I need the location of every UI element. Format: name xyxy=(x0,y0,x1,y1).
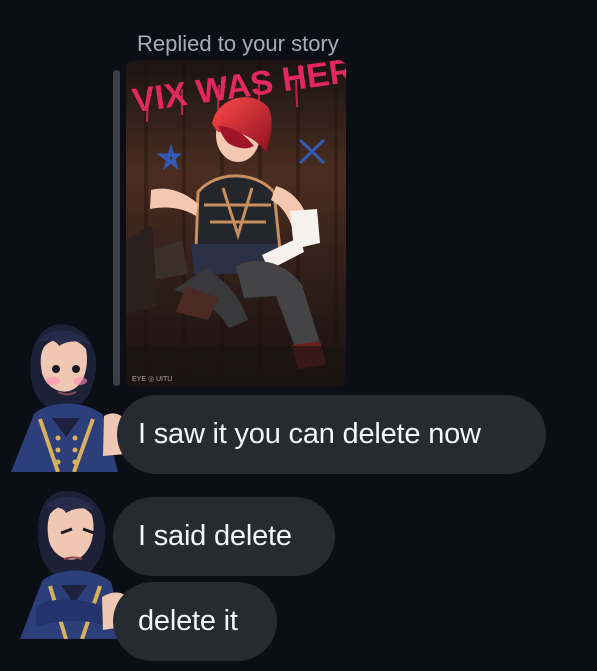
story-artwork: VIX WAS HERE EYE ◎ UITU xyxy=(126,60,346,387)
sender-avatar[interactable] xyxy=(0,322,128,472)
message-text: I said delete xyxy=(138,520,292,552)
avatar-art xyxy=(11,324,127,472)
story-reply-label: Replied to your story xyxy=(137,31,339,56)
message-bubble[interactable]: delete it xyxy=(113,582,277,661)
story-watermark: EYE ◎ UITU xyxy=(132,376,172,383)
story-thumbnail[interactable]: VIX WAS HERE EYE ◎ UITU xyxy=(126,60,346,387)
message-text: I saw it you can delete now xyxy=(138,418,481,450)
message-bubble[interactable]: I saw it you can delete now xyxy=(117,395,546,474)
message-text: delete it xyxy=(138,605,238,637)
message-bubble[interactable]: I said delete xyxy=(113,497,335,576)
